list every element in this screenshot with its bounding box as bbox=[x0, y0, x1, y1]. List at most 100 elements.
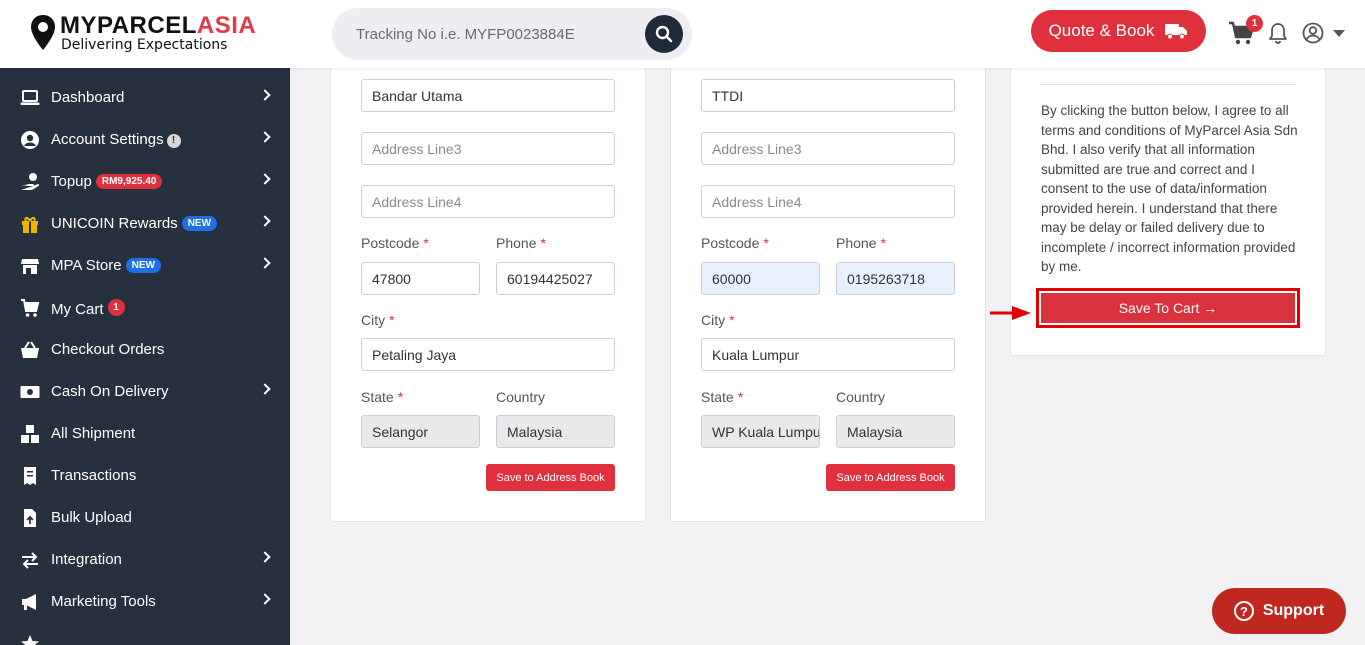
new-badge: NEW bbox=[181, 216, 218, 231]
receiver-address-line4-input[interactable]: Address Line4 bbox=[701, 185, 955, 218]
sidebar-item-bulk-upload[interactable]: Bulk Upload bbox=[0, 497, 290, 539]
sidebar-item-account-settings[interactable]: Account Settings! bbox=[0, 119, 290, 161]
bell-icon[interactable] bbox=[1268, 22, 1288, 44]
search-button[interactable] bbox=[645, 15, 683, 53]
sidebar-item-label: Transactions bbox=[51, 467, 137, 484]
logo-tagline: Delivering Expectations bbox=[61, 37, 228, 53]
receiver-postcode-input[interactable]: 60000 bbox=[701, 262, 820, 295]
store-icon bbox=[21, 259, 39, 274]
sidebar-item-partial[interactable] bbox=[0, 623, 290, 645]
sender-save-to-address-book-button[interactable]: Save to Address Book bbox=[486, 464, 615, 491]
receiver-city-input[interactable]: Kuala Lumpur bbox=[701, 338, 955, 371]
chevron-right-icon bbox=[259, 215, 271, 227]
sender-state-label: State * bbox=[361, 389, 404, 405]
receipt-icon bbox=[24, 467, 36, 485]
receiver-country-field: Malaysia bbox=[836, 415, 955, 448]
info-icon[interactable]: ! bbox=[166, 133, 181, 148]
star-icon bbox=[21, 635, 39, 645]
sidebar-item-dashboard[interactable]: Dashboard bbox=[0, 77, 290, 119]
terms-consent-text: By clicking the button below, I agree to… bbox=[1041, 103, 1298, 274]
sender-city-label: City * bbox=[361, 312, 395, 328]
sidebar-item-label: MPA Store NEW bbox=[51, 257, 161, 274]
chevron-right-icon bbox=[259, 173, 271, 185]
sender-country-field: Malaysia bbox=[496, 415, 615, 448]
sender-phone-label: Phone * bbox=[496, 235, 546, 251]
sender-address-line4-input[interactable]: Address Line4 bbox=[361, 185, 615, 218]
save-to-cart-highlight: Save To Cart → bbox=[1036, 288, 1300, 328]
brand-logo[interactable]: MYPARCELASIA Delivering Expectations bbox=[30, 12, 280, 56]
megaphone-icon bbox=[22, 594, 36, 610]
sender-postcode-input[interactable]: 47800 bbox=[361, 262, 480, 295]
annotation-arrow-icon bbox=[990, 306, 1031, 320]
user-circle-icon bbox=[21, 131, 39, 149]
logo-wordmark: MYPARCELASIA bbox=[60, 12, 257, 39]
sidebar-item-topup[interactable]: Topup RM9,925.40 bbox=[0, 161, 290, 203]
search-icon bbox=[655, 25, 673, 43]
sender-address-line3-input[interactable]: Address Line3 bbox=[361, 132, 615, 165]
top-header: MYPARCELASIA Delivering Expectations Quo… bbox=[0, 0, 1365, 68]
receiver-phone-input[interactable]: 0195263718 bbox=[836, 262, 955, 295]
cart-count-badge: 1 bbox=[107, 299, 125, 316]
sidebar-item-my-cart[interactable]: My Cart 1 bbox=[0, 287, 290, 329]
sidebar-item-label: All Shipment bbox=[51, 425, 136, 442]
sidebar-item-mpa-store[interactable]: MPA Store NEW bbox=[0, 245, 290, 287]
user-menu-caret-icon[interactable] bbox=[1333, 30, 1345, 37]
receiver-city-label: City * bbox=[701, 312, 735, 328]
new-badge: NEW bbox=[125, 258, 161, 273]
sidebar-item-label: UNICOIN Rewards NEW bbox=[51, 215, 218, 232]
exchange-icon bbox=[22, 552, 38, 569]
sidebar-item-marketing-tools[interactable]: Marketing Tools bbox=[0, 581, 290, 623]
save-to-cart-button[interactable]: Save To Cart → bbox=[1041, 293, 1295, 323]
sidebar-item-label: Integration bbox=[51, 551, 122, 568]
wallet-balance-badge: RM9,925.40 bbox=[95, 174, 163, 189]
chevron-right-icon bbox=[259, 257, 271, 269]
sender-state-field: Selangor bbox=[361, 415, 480, 448]
location-pin-icon bbox=[31, 15, 55, 50]
sender-address-card: Bandar Utama Address Line3 Address Line4… bbox=[330, 58, 646, 522]
sidebar-item-transactions[interactable]: Transactions bbox=[0, 455, 290, 497]
hand-coin-icon bbox=[21, 173, 40, 190]
money-icon bbox=[20, 386, 40, 398]
sender-phone-input[interactable]: 60194425027 bbox=[496, 262, 615, 295]
user-avatar-icon[interactable] bbox=[1302, 22, 1324, 44]
chevron-right-icon bbox=[259, 383, 271, 395]
support-label: Support bbox=[1262, 602, 1325, 619]
receiver-address-line3-input[interactable]: Address Line3 bbox=[701, 132, 955, 165]
cart-plus-icon bbox=[21, 299, 40, 317]
quote-and-book-label: Quote & Book bbox=[1048, 21, 1155, 40]
support-button[interactable]: ? Support bbox=[1212, 588, 1346, 634]
sidebar-item-label: Dashboard bbox=[51, 89, 125, 106]
receiver-phone-label: Phone * bbox=[836, 235, 886, 251]
sidebar: Dashboard Account Settings! Topup RM9,925… bbox=[0, 68, 290, 645]
sidebar-item-label: Bulk Upload bbox=[51, 509, 132, 526]
sidebar-item-integration[interactable]: Integration bbox=[0, 539, 290, 581]
chevron-right-icon bbox=[259, 89, 271, 101]
sidebar-item-label: Checkout Orders bbox=[51, 341, 165, 358]
sender-address-line2-input[interactable]: Bandar Utama bbox=[361, 79, 615, 112]
receiver-address-card: TTDI Address Line3 Address Line4 Postcod… bbox=[670, 58, 986, 522]
sidebar-item-all-shipment[interactable]: All Shipment bbox=[0, 413, 290, 455]
sender-city-input[interactable]: Petaling Jaya bbox=[361, 338, 615, 371]
cart-count-badge: 1 bbox=[1246, 15, 1263, 32]
receiver-state-field: WP Kuala Lumpur bbox=[701, 415, 820, 448]
question-icon: ? bbox=[1233, 601, 1254, 621]
tracking-search-input[interactable] bbox=[356, 21, 636, 47]
basket-icon bbox=[21, 341, 39, 358]
file-upload-icon bbox=[24, 509, 36, 527]
chevron-right-icon bbox=[259, 551, 271, 563]
chevron-right-icon bbox=[259, 131, 271, 143]
sidebar-item-label: Cash On Delivery bbox=[51, 383, 169, 400]
sidebar-item-label: My Cart 1 bbox=[51, 299, 125, 318]
delivery-truck-icon bbox=[1165, 24, 1188, 40]
sender-country-label: Country bbox=[496, 389, 546, 405]
sidebar-item-unicoin-rewards[interactable]: UNICOIN Rewards NEW bbox=[0, 203, 290, 245]
sidebar-item-label: Marketing Tools bbox=[51, 593, 156, 610]
sidebar-item-checkout-orders[interactable]: Checkout Orders bbox=[0, 329, 290, 371]
divider bbox=[1040, 84, 1296, 85]
quote-and-book-button[interactable]: Quote & Book bbox=[1031, 10, 1206, 52]
receiver-save-to-address-book-button[interactable]: Save to Address Book bbox=[826, 464, 955, 491]
sidebar-item-cash-on-delivery[interactable]: Cash On Delivery bbox=[0, 371, 290, 413]
boxes-icon bbox=[21, 425, 39, 443]
receiver-state-label: State * bbox=[701, 389, 744, 405]
receiver-address-line2-input[interactable]: TTDI bbox=[701, 79, 955, 112]
